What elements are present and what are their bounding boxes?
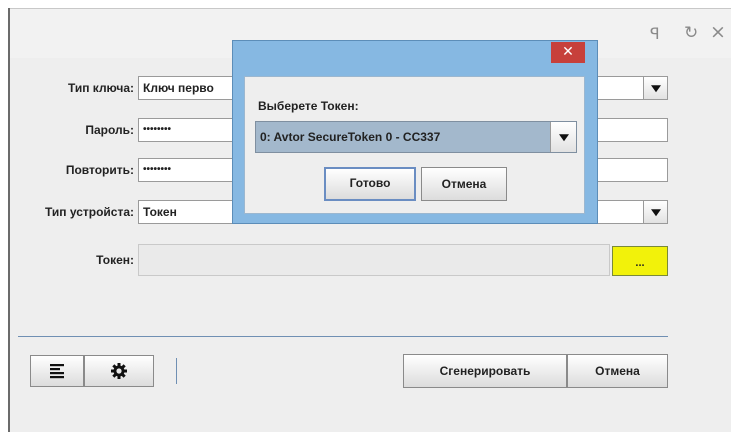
chevron-down-icon — [558, 134, 569, 142]
token-select-value: 0: Avtor SecureToken 0 - CC337 — [260, 130, 441, 144]
divider — [18, 336, 668, 337]
log-button[interactable] — [30, 355, 84, 387]
dialog-cancel-button[interactable]: Отмена — [421, 167, 507, 201]
generate-button[interactable]: Сгенерировать — [403, 354, 567, 388]
chevron-down-icon — [650, 209, 661, 217]
refresh-icon[interactable]: ↻ — [684, 25, 698, 42]
toolbar-separator — [176, 358, 177, 384]
settings-button[interactable] — [84, 355, 154, 387]
key-type-dropdown-button[interactable] — [643, 77, 667, 99]
pin-icon[interactable]: ꟼ — [650, 26, 660, 42]
gear-icon — [111, 363, 127, 379]
key-type-label: Тип ключа: — [67, 81, 134, 95]
token-select[interactable]: 0: Avtor SecureToken 0 - CC337 — [255, 121, 577, 153]
repeat-password-label: Повторить: — [65, 163, 134, 177]
device-type-label: Тип устройста: — [44, 205, 134, 219]
token-label: Токен: — [96, 253, 134, 267]
dialog-ok-button[interactable]: Готово — [324, 167, 416, 201]
device-type-dropdown-button[interactable] — [643, 201, 667, 223]
list-icon — [50, 364, 64, 379]
browse-token-button[interactable]: ... — [612, 246, 668, 276]
dialog-close-button[interactable]: ✕ — [551, 42, 585, 63]
token-field — [138, 244, 610, 276]
password-label: Пароль: — [85, 123, 134, 137]
dialog-prompt: Выберете Токен: — [258, 99, 359, 113]
chevron-down-icon — [650, 85, 661, 93]
close-icon[interactable]: × — [710, 23, 726, 42]
token-select-dropdown-button[interactable] — [550, 122, 576, 152]
cancel-button[interactable]: Отмена — [567, 354, 668, 388]
